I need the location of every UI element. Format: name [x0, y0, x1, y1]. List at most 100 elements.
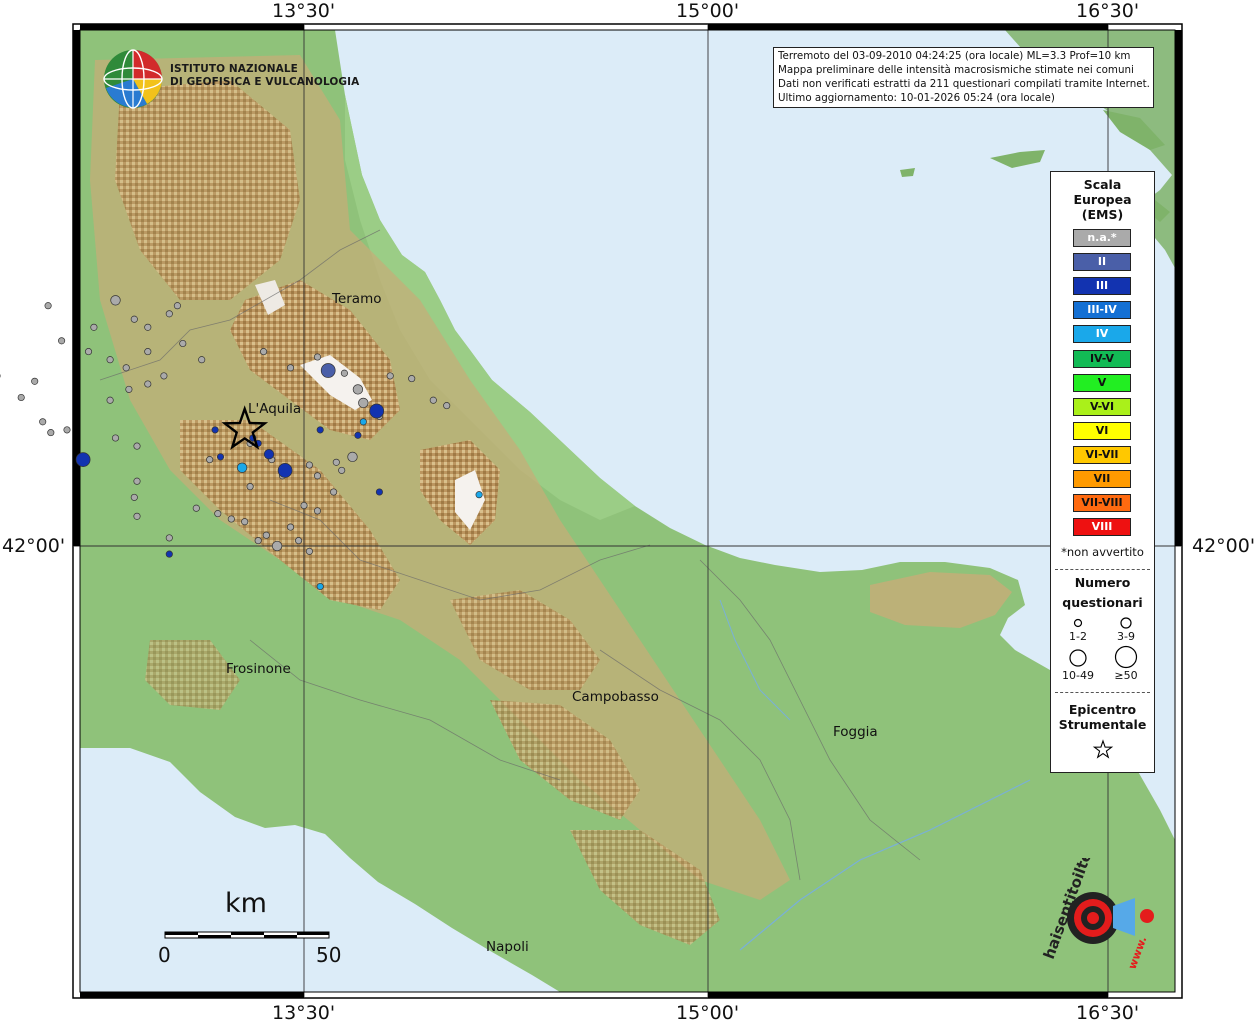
intensity-point[interactable]: [316, 582, 324, 591]
intensity-point[interactable]: [227, 515, 235, 523]
intensity-point[interactable]: [313, 353, 322, 361]
intensity-point[interactable]: [206, 456, 214, 464]
intensity-point[interactable]: [286, 523, 295, 531]
ems-legend-item: IV-V: [1073, 349, 1131, 368]
intensity-point[interactable]: [198, 356, 206, 364]
legend-epicenter-title: Epicentro Strumentale: [1051, 702, 1154, 732]
scale-bar-start: 0: [158, 943, 171, 967]
intensity-point[interactable]: [260, 348, 268, 356]
ingv-logo-line1: ISTITUTO NAZIONALE: [170, 63, 298, 75]
legend-count-label-3: 10-49: [1062, 669, 1094, 682]
intensity-point[interactable]: [106, 396, 114, 404]
info-map-desc-line: Mappa preliminare delle intensità macros…: [778, 64, 1134, 76]
intensity-point[interactable]: [84, 348, 93, 356]
intensity-point[interactable]: [63, 426, 71, 434]
intensity-point[interactable]: [31, 377, 39, 385]
intensity-point[interactable]: [246, 483, 254, 491]
intensity-point[interactable]: [214, 510, 222, 518]
legend-scale-title: Scala Europea (EMS): [1051, 177, 1154, 222]
intensity-point[interactable]: [44, 302, 52, 310]
intensity-point[interactable]: [47, 429, 55, 437]
macroseismic-map-page: 13°30' 15°00' 16°30' 13°30' 15°00' 16°30…: [0, 0, 1255, 1024]
ingv-logo-line2: DI GEOFISICA E VULCANOLOGIA: [170, 76, 360, 88]
legend-scale-title-line3: (EMS): [1081, 207, 1124, 222]
intensity-point[interactable]: [352, 384, 364, 395]
intensity-point[interactable]: [179, 339, 187, 348]
legend-divider-1: [1055, 569, 1150, 570]
intensity-point[interactable]: [305, 547, 313, 555]
city-label-laquila: L'Aquila: [248, 401, 302, 417]
intensity-point[interactable]: [386, 372, 394, 380]
intensity-point[interactable]: [305, 461, 313, 469]
intensity-point[interactable]: [122, 364, 130, 372]
intensity-point[interactable]: [347, 451, 358, 463]
intensity-point[interactable]: [125, 385, 133, 393]
intensity-point[interactable]: [90, 323, 98, 331]
intensity-point[interactable]: [133, 477, 141, 485]
intensity-point[interactable]: [111, 434, 120, 442]
graticule-label-top-1: 13°30': [272, 0, 336, 22]
intensity-point[interactable]: [286, 364, 295, 372]
intensity-point[interactable]: [316, 426, 324, 434]
intensity-point[interactable]: [262, 531, 270, 539]
intensity-point[interactable]: [75, 452, 91, 467]
legend-epicenter-title-line1: Epicentro: [1068, 702, 1137, 717]
intensity-point[interactable]: [295, 537, 303, 545]
intensity-point[interactable]: [475, 491, 483, 499]
legend-count-title: Numero questionari: [1051, 575, 1154, 610]
intensity-point[interactable]: [332, 458, 340, 466]
intensity-point[interactable]: [443, 402, 451, 410]
intensity-point[interactable]: [338, 466, 346, 474]
intensity-point[interactable]: [106, 356, 114, 364]
intensity-point[interactable]: [130, 315, 138, 323]
intensity-point[interactable]: [359, 418, 367, 426]
intensity-point[interactable]: [236, 462, 248, 473]
ems-legend-item: III-IV: [1073, 301, 1131, 320]
intensity-point[interactable]: [300, 501, 308, 510]
intensity-point[interactable]: [358, 397, 369, 409]
ems-legend-item: II: [1073, 253, 1131, 272]
intensity-point[interactable]: [254, 537, 262, 545]
intensity-point[interactable]: [165, 310, 173, 318]
intensity-point[interactable]: [340, 369, 348, 377]
scale-bar-unit: km: [225, 888, 267, 919]
intensity-point[interactable]: [133, 512, 141, 520]
ems-legend-item: III: [1073, 277, 1131, 296]
info-data-source-line: Dati non verificati estratti da 211 ques…: [778, 78, 1149, 90]
intensity-point[interactable]: [58, 337, 66, 345]
intensity-point[interactable]: [130, 493, 138, 501]
intensity-point[interactable]: [271, 540, 283, 552]
intensity-point[interactable]: [354, 431, 362, 439]
intensity-point[interactable]: [216, 453, 225, 461]
intensity-point[interactable]: [173, 302, 181, 310]
intensity-point[interactable]: [313, 472, 322, 480]
intensity-point[interactable]: [263, 449, 275, 460]
intensity-point[interactable]: [39, 418, 47, 426]
intensity-point[interactable]: [165, 550, 173, 558]
intensity-point[interactable]: [144, 380, 152, 388]
intensity-point[interactable]: [110, 295, 121, 306]
intensity-point[interactable]: [192, 504, 200, 512]
intensity-point[interactable]: [408, 375, 416, 383]
intensity-point[interactable]: [144, 348, 152, 356]
intensity-point[interactable]: [241, 518, 249, 526]
intensity-point[interactable]: [160, 372, 168, 380]
intensity-point[interactable]: [144, 323, 152, 331]
intensity-point[interactable]: [369, 403, 385, 419]
intensity-point[interactable]: [17, 393, 25, 402]
graticule-label-bottom-3: 16°30': [1076, 1002, 1140, 1024]
ems-legend-item: n.a.*: [1073, 229, 1131, 247]
intensity-point[interactable]: [133, 442, 141, 450]
legend-epicenter-star-icon: [1092, 739, 1114, 759]
intensity-point[interactable]: [429, 396, 437, 404]
intensity-point[interactable]: [211, 426, 219, 434]
intensity-point[interactable]: [165, 534, 173, 542]
intensity-point[interactable]: [277, 463, 293, 478]
intensity-point[interactable]: [313, 507, 322, 515]
intensity-point[interactable]: [330, 488, 338, 496]
scale-bar: [164, 931, 330, 939]
info-event-line: Terremoto del 03-09-2010 04:24:25 (ora l…: [778, 50, 1131, 62]
intensity-point[interactable]: [320, 363, 336, 378]
graticule-label-top-3: 16°30': [1076, 0, 1140, 22]
intensity-point[interactable]: [375, 488, 383, 496]
